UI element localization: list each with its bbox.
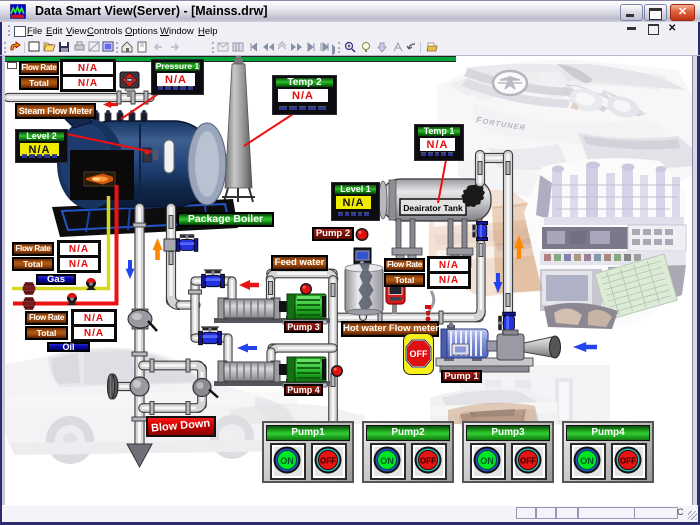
svg-text:OFF: OFF xyxy=(410,349,428,359)
svg-text:OFF: OFF xyxy=(520,457,536,466)
svg-text:OFF: OFF xyxy=(320,457,336,466)
svg-text:ON: ON xyxy=(380,456,394,466)
svg-text:Deairator Tank: Deairator Tank xyxy=(403,203,463,213)
svg-text:OFF: OFF xyxy=(420,457,436,466)
svg-text:OFF: OFF xyxy=(620,457,636,466)
svg-text:ON: ON xyxy=(480,456,494,466)
svg-text:ON: ON xyxy=(580,456,594,466)
svg-text:ON: ON xyxy=(280,456,294,466)
